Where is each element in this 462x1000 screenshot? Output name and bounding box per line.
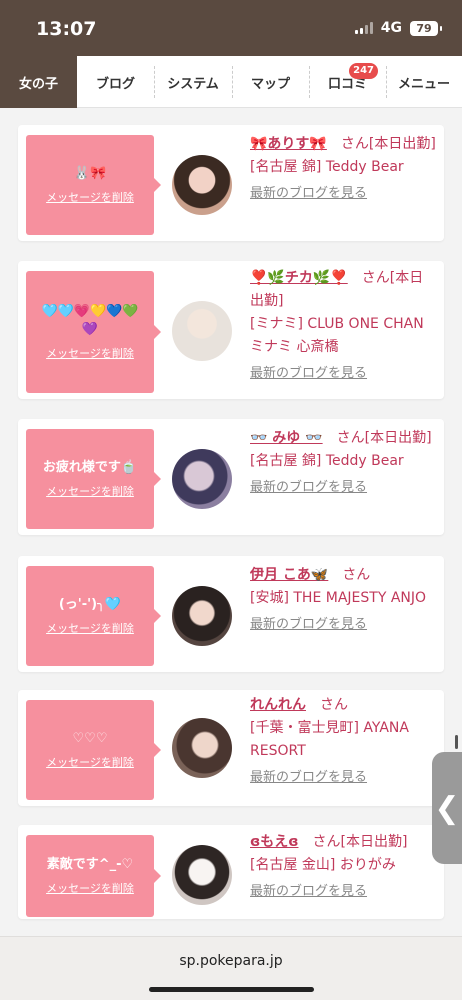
message-card: 素敵です^_-♡ メッセージを削除 ɞもえɞ さん[本日出勤] [名古屋 金山]… [18, 825, 444, 919]
girl-info: ❣️🌿チカ🌿❣️ さん[本日出勤] [ミナミ] CLUB ONE CHAN ミナ… [250, 267, 436, 385]
avatar[interactable] [172, 155, 232, 215]
message-bubble: お疲れ様です🍵 メッセージを削除 [26, 429, 161, 529]
tab-label: システム [167, 76, 219, 92]
latest-blog-link[interactable]: 最新のブログを見る [250, 613, 436, 636]
latest-blog-link[interactable]: 最新のブログを見る [250, 362, 436, 385]
tab-label: マップ [250, 76, 290, 92]
message-card: お疲れ様です🍵 メッセージを削除 👓 みゆ 👓 さん[本日出勤] [名古屋 錦]… [18, 419, 444, 535]
message-text: 素敵です^_-♡ [46, 857, 134, 872]
latest-blog-link[interactable]: 最新のブログを見る [250, 880, 436, 903]
message-text: お疲れ様です🍵 [42, 460, 138, 475]
status-indicators: 4G 79 [354, 20, 442, 36]
delete-message-link[interactable]: メッセージを削除 [46, 620, 134, 636]
latest-blog-link[interactable]: 最新のブログを見る [250, 766, 436, 789]
message-card: 🩵🩵💗💛💙💚💜 メッセージを削除 ❣️🌿チカ🌿❣️ さん[本日出勤] [ミナミ]… [18, 261, 444, 399]
girl-name-link[interactable]: 👓 みゆ 👓 [250, 430, 323, 446]
work-status: [本日出勤] [340, 834, 408, 850]
browser-url-bar[interactable]: sp.pokepara.jp [0, 936, 462, 1000]
avatar[interactable] [172, 449, 232, 509]
shop-name[interactable]: [千葉・富士見町] AYANA RESORT [250, 717, 436, 763]
girl-info: 伊月 こあ🦋 さん [安城] THE MAJESTY ANJO 最新のブログを見… [250, 564, 436, 636]
tab-system[interactable]: システム [154, 56, 232, 108]
status-bar: 13:07 4G 79 [0, 0, 462, 56]
honorific: さん [336, 430, 365, 446]
tab-label: 女の子 [18, 76, 58, 92]
shop-name[interactable]: [名古屋 金山] おりがみ [250, 854, 436, 877]
girl-info: 🎀ありす🎀 さん[本日出勤] [名古屋 錦] Teddy Bear 最新のブログ… [250, 133, 436, 205]
message-bubble: (っ'-')╮🩵 メッセージを削除 [26, 566, 161, 666]
honorific: さん [340, 136, 369, 152]
delete-message-link[interactable]: メッセージを削除 [46, 880, 134, 896]
home-indicator[interactable] [149, 987, 314, 992]
avatar[interactable] [172, 586, 232, 646]
delete-message-link[interactable]: メッセージを削除 [46, 345, 134, 361]
message-bubble: 素敵です^_-♡ メッセージを削除 [26, 835, 161, 917]
avatar[interactable] [172, 301, 232, 361]
girl-name-link[interactable]: れんれん [250, 697, 306, 713]
status-time: 13:07 [36, 18, 97, 40]
message-text: (っ'-')╮🩵 [58, 597, 122, 612]
message-bubble: ♡♡♡ メッセージを削除 [26, 700, 161, 800]
honorific: さん [312, 834, 341, 850]
scroll-indicator [455, 735, 458, 749]
message-text: 🩵🩵💗💛💙💚💜 [41, 304, 139, 337]
message-card: 🐰🎀 メッセージを削除 🎀ありす🎀 さん[本日出勤] [名古屋 錦] Teddy… [18, 125, 444, 241]
message-card: (っ'-')╮🩵 メッセージを削除 伊月 こあ🦋 さん [安城] THE MAJ… [18, 556, 444, 672]
message-bubble: 🐰🎀 メッセージを削除 [26, 135, 161, 235]
tab-label: メニュー [397, 76, 450, 92]
tab-menu[interactable]: メニュー [386, 56, 462, 108]
work-status: [本日出勤] [368, 136, 436, 152]
work-status: [本日出勤] [364, 430, 432, 446]
delete-message-link[interactable]: メッセージを削除 [46, 754, 134, 770]
delete-message-link[interactable]: メッセージを削除 [46, 189, 134, 205]
message-text: ♡♡♡ [72, 731, 108, 746]
honorific: さん [342, 567, 371, 583]
tab-girls[interactable]: 女の子 [0, 56, 77, 108]
girl-name-link[interactable]: 🎀ありす🎀 [250, 136, 327, 152]
latest-blog-link[interactable]: 最新のブログを見る [250, 476, 436, 499]
message-card: ♡♡♡ メッセージを削除 れんれん さん [千葉・富士見町] AYANA RES… [18, 690, 444, 806]
chevron-left-icon[interactable]: ❮ [432, 752, 462, 864]
tab-label: ブログ [95, 76, 135, 92]
signal-icon [354, 22, 373, 34]
tab-blog[interactable]: ブログ [77, 56, 154, 108]
girl-name-link[interactable]: ɞもえɞ [250, 834, 298, 850]
tab-reviews[interactable]: 口コミ 247 [309, 56, 386, 108]
battery-icon: 79 [410, 20, 442, 36]
tab-map[interactable]: マップ [232, 56, 309, 108]
girl-info: 👓 みゆ 👓 さん[本日出勤] [名古屋 錦] Teddy Bear 最新のブロ… [250, 427, 436, 499]
girl-info: れんれん さん [千葉・富士見町] AYANA RESORT 最新のブログを見る [250, 694, 436, 789]
girl-info: ɞもえɞ さん[本日出勤] [名古屋 金山] おりがみ 最新のブログを見る [250, 831, 436, 903]
girl-name-link[interactable]: 伊月 こあ🦋 [250, 567, 328, 583]
shop-name[interactable]: [ミナミ] CLUB ONE CHAN ミナミ 心斎橋 [250, 313, 436, 359]
url-text[interactable]: sp.pokepara.jp [0, 953, 462, 969]
network-label: 4G [380, 20, 402, 36]
top-nav: 女の子 ブログ システム マップ 口コミ 247 メニュー [0, 56, 462, 108]
honorific: さん [361, 270, 390, 286]
latest-blog-link[interactable]: 最新のブログを見る [250, 182, 436, 205]
shop-name[interactable]: [名古屋 錦] Teddy Bear [250, 450, 436, 473]
shop-name[interactable]: [安城] THE MAJESTY ANJO [250, 587, 436, 610]
reviews-count-badge: 247 [349, 63, 378, 79]
message-bubble: 🩵🩵💗💛💙💚💜 メッセージを削除 [26, 271, 161, 393]
honorific: さん [320, 697, 348, 713]
girl-name-link[interactable]: ❣️🌿チカ🌿❣️ [250, 270, 348, 286]
avatar[interactable] [172, 718, 232, 778]
message-text: 🐰🎀 [73, 166, 107, 181]
shop-name[interactable]: [名古屋 錦] Teddy Bear [250, 156, 436, 179]
delete-message-link[interactable]: メッセージを削除 [46, 483, 134, 499]
avatar[interactable] [172, 845, 232, 905]
